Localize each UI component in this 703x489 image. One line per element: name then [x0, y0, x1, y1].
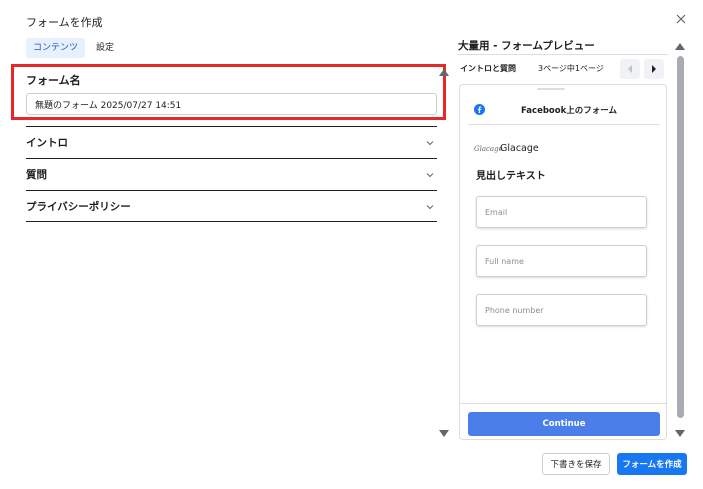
- section-privacy-policy[interactable]: プライバシーポリシー: [26, 190, 437, 222]
- brand-row: Glacage Glacage: [474, 143, 539, 154]
- chevron-down-icon: [426, 172, 434, 177]
- email-field[interactable]: [476, 196, 647, 228]
- section-questions[interactable]: 質問: [26, 158, 437, 190]
- continue-button[interactable]: Continue: [468, 412, 660, 436]
- form-name-label: フォーム名: [26, 74, 81, 87]
- headline-text: 見出しテキスト: [476, 171, 546, 182]
- preview-scrollbar[interactable]: [677, 56, 684, 418]
- scroll-up-icon[interactable]: [675, 42, 685, 50]
- page-indicator: 3ページ中1ページ: [538, 64, 604, 73]
- full-name-field[interactable]: [476, 245, 647, 277]
- preview-title: 大量用 - フォームプレビュー: [458, 40, 595, 52]
- previous-page-button[interactable]: [620, 59, 640, 79]
- phone-number-field[interactable]: [476, 294, 647, 326]
- scroll-down-icon[interactable]: [439, 430, 449, 438]
- card-header-title: Facebook上のフォーム: [521, 105, 618, 116]
- card-grabber: [537, 88, 565, 90]
- create-form-button[interactable]: フォームを作成: [617, 453, 687, 475]
- tab-bar: コンテンツ 設定: [26, 38, 121, 58]
- chevron-left-icon: [628, 65, 632, 73]
- close-icon[interactable]: [675, 13, 687, 25]
- brand-logo: Glacage: [474, 144, 503, 153]
- facebook-icon: [474, 104, 485, 115]
- chevron-right-icon: [652, 65, 656, 73]
- section-divider: [26, 221, 437, 222]
- scroll-up-icon[interactable]: [439, 68, 449, 76]
- section-intro[interactable]: イントロ: [26, 126, 437, 158]
- preview-header: イントロと質問 3ページ中1ページ: [458, 54, 668, 82]
- preview-step-label: イントロと質問: [460, 64, 516, 73]
- section-intro-label: イントロ: [26, 137, 68, 149]
- brand-name: Glacage: [500, 143, 539, 154]
- pager: [620, 59, 664, 79]
- preview-card: Facebook上のフォーム Glacage Glacage 見出しテキスト C…: [459, 84, 667, 440]
- dialog-title: フォームを作成: [26, 16, 103, 29]
- card-footer-divider: [460, 403, 666, 404]
- section-questions-label: 質問: [26, 169, 47, 181]
- form-name-input[interactable]: [26, 93, 437, 115]
- next-page-button[interactable]: [644, 59, 664, 79]
- chevron-down-icon: [426, 140, 434, 145]
- save-draft-button[interactable]: 下書きを保存: [542, 453, 610, 475]
- section-privacy-policy-label: プライバシーポリシー: [26, 201, 131, 213]
- chevron-down-icon: [426, 204, 434, 209]
- scroll-down-icon[interactable]: [675, 430, 685, 438]
- card-header: Facebook上のフォーム: [468, 95, 660, 125]
- tab-settings[interactable]: 設定: [89, 38, 121, 58]
- tab-content[interactable]: コンテンツ: [26, 38, 86, 58]
